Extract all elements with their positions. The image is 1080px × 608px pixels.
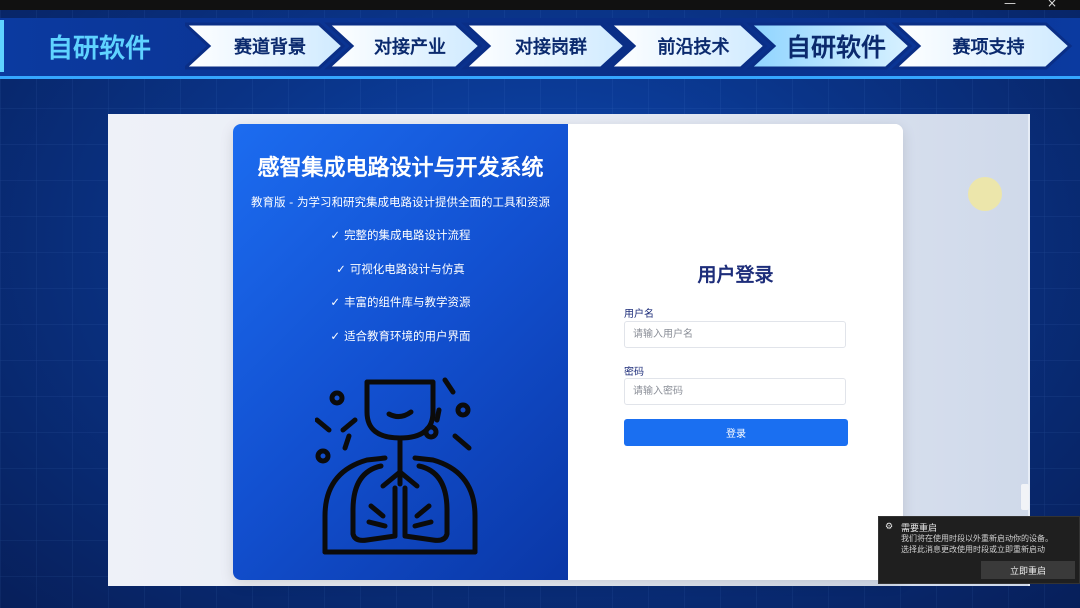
tab-1[interactable]: 对接产业 — [346, 22, 474, 70]
person-lungs-icon — [315, 377, 478, 555]
nav-bar: 赛道背景 对接产业 对接岗群 前沿技术 自研软件 赛项支持 — [185, 22, 1080, 70]
check-icon: ✓ — [336, 262, 346, 276]
tab-0[interactable]: 赛道背景 — [203, 22, 337, 70]
tab-2[interactable]: 对接岗群 — [483, 22, 619, 70]
tab-5[interactable]: 赛项支持 — [913, 22, 1064, 70]
notification-message: 我们将在使用时段以外重新启动你的设备。 — [901, 534, 1053, 543]
username-label: 用户名 — [624, 309, 654, 320]
decorative-circle — [968, 177, 1002, 211]
system-subtitle: 教育版 - 为学习和研究集成电路设计提供全面的工具和资源 — [251, 195, 550, 209]
gear-icon: ⚙ — [885, 522, 894, 532]
login-title: 用户登录 — [697, 264, 774, 286]
feature-item: ✓ 可视化电路设计与仿真 — [336, 262, 465, 276]
password-input[interactable] — [624, 378, 846, 405]
tab-4[interactable]: 自研软件 — [768, 22, 904, 70]
password-label: 密码 — [624, 367, 644, 378]
feature-item: ✓ 完整的集成电路设计流程 — [330, 228, 471, 242]
scrollbar-handle[interactable] — [1021, 484, 1029, 510]
feature-item: ✓ 丰富的组件库与教学资源 — [330, 295, 471, 309]
system-title: 感智集成电路设计与开发系统 — [257, 156, 544, 181]
login-button[interactable]: 登录 — [624, 419, 848, 446]
check-icon: ✓ — [330, 329, 341, 343]
check-icon: ✓ — [330, 228, 341, 242]
notification-message: 选择此消息更改使用时段或立即重新启动 — [901, 545, 1045, 554]
username-input[interactable] — [624, 321, 846, 348]
window-top-strip: — × — [0, 0, 1080, 10]
check-icon: ✓ — [330, 295, 341, 309]
restart-notification[interactable]: ⚙ 需要重启 我们将在使用时段以外重新启动你的设备。 选择此消息更改使用时段或立… — [878, 516, 1080, 584]
feature-item: ✓ 适合教育环境的用户界面 — [330, 329, 471, 343]
tab-3[interactable]: 前沿技术 — [628, 22, 759, 70]
restart-now-button[interactable]: 立即重启 — [981, 561, 1075, 579]
login-panel: 用户登录 用户名 密码 登录 — [568, 124, 903, 580]
brand-title: 自研软件 — [0, 20, 194, 72]
info-panel: 感智集成电路设计与开发系统 教育版 - 为学习和研究集成电路设计提供全面的工具和… — [233, 124, 568, 580]
login-card: 感智集成电路设计与开发系统 教育版 - 为学习和研究集成电路设计提供全面的工具和… — [233, 124, 903, 580]
close-icon[interactable]: × — [1047, 0, 1057, 10]
minimize-icon[interactable]: — — [1004, 0, 1016, 10]
